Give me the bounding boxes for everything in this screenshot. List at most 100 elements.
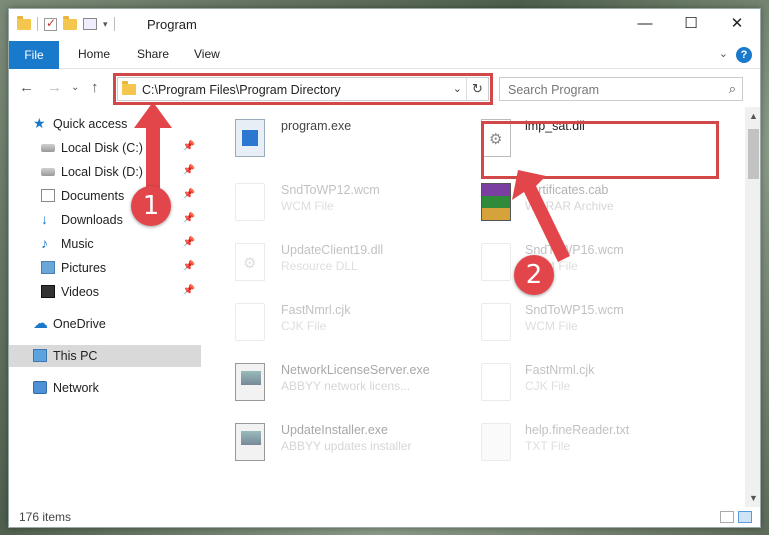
sidebar-item-label: Videos — [61, 285, 99, 299]
sidebar-item-label: Quick access — [53, 117, 128, 131]
file-item[interactable]: UpdateClient19.dll Resource DLL — [201, 237, 441, 289]
pin-icon: 📌 — [182, 165, 195, 176]
back-button[interactable]: ← — [19, 79, 34, 96]
file-name: FastNmrl.cjk — [281, 303, 351, 317]
file-type: Resource DLL — [281, 259, 358, 273]
pin-icon: 📌 — [182, 141, 195, 152]
file-name: program.exe — [281, 119, 352, 133]
sidebar-item-network[interactable]: Network — [9, 377, 201, 399]
pin-icon: 📌 — [182, 285, 195, 296]
step-2-badge: 2 — [514, 255, 554, 295]
properties-check-icon[interactable] — [44, 16, 57, 31]
quick-access-toolbar: ▾ — [17, 15, 115, 31]
sidebar-item-pictures[interactable]: Pictures 📌 — [9, 257, 201, 279]
sidebar-item-label: Documents — [61, 189, 125, 203]
new-folder-icon[interactable] — [63, 15, 77, 30]
minimize-button[interactable]: — — [622, 9, 668, 41]
file-name: UpdateClient19.dll — [281, 243, 384, 257]
divider — [37, 17, 38, 31]
item-count: 176 items — [19, 510, 72, 524]
file-name: SndToWP12.wcm — [281, 183, 380, 197]
search-box[interactable]: Search Program ⌕ — [499, 77, 743, 101]
document-icon — [481, 363, 511, 401]
network-icon — [33, 381, 47, 394]
status-bar: 176 items — [9, 507, 760, 527]
file-item[interactable]: SndToWP12.wcm WCM File — [201, 177, 441, 229]
scroll-up-icon[interactable]: ▲ — [749, 111, 758, 121]
scroll-thumb[interactable] — [748, 129, 759, 179]
close-button[interactable]: ✕ — [714, 9, 760, 41]
chevron-down-icon[interactable]: ⌄ — [719, 47, 728, 60]
sidebar-item-onedrive[interactable]: ☁ OneDrive — [9, 313, 201, 335]
sidebar-item-label: Downloads — [61, 213, 123, 227]
file-item[interactable]: NetworkLicenseServer.exe ABBYY network l… — [201, 357, 441, 409]
help-button[interactable]: ? — [736, 47, 752, 63]
file-type: CJK File — [525, 379, 571, 393]
exe-icon — [235, 119, 265, 157]
file-type: CJK File — [281, 319, 327, 333]
file-name: SndToWP15.wcm — [525, 303, 624, 317]
tab-view[interactable]: View — [194, 47, 220, 61]
tab-home[interactable]: Home — [78, 47, 110, 61]
forward-button[interactable]: → — [47, 79, 62, 96]
file-item[interactable]: FastNrml.cjk CJK File — [449, 357, 689, 409]
file-list: program.exe imp_sat.dll SndToWP12.wcm WC… — [201, 107, 745, 507]
file-type: ABBYY network licens... — [281, 379, 411, 393]
tab-file[interactable]: File — [9, 41, 59, 69]
file-type: TXT File — [525, 439, 571, 453]
folder-icon — [17, 15, 31, 30]
sidebar-item-label: Pictures — [61, 261, 107, 275]
pictures-icon — [41, 261, 55, 274]
pin-icon: 📌 — [182, 237, 195, 248]
file-name: help.fineReader.txt — [525, 423, 630, 437]
window-title: Program — [147, 17, 197, 32]
file-type: WCM File — [525, 319, 578, 333]
sidebar-item-downloads[interactable]: ↓ Downloads 📌 — [9, 209, 201, 231]
sidebar-item-label: Music — [61, 237, 94, 251]
file-name: NetworkLicenseServer.exe — [281, 363, 430, 377]
maximize-button[interactable]: ☐ — [668, 9, 714, 41]
file-name: FastNrml.cjk — [525, 363, 595, 377]
title-bar: ▾ Program — ☐ ✕ — [9, 9, 760, 41]
file-item[interactable]: program.exe — [201, 113, 441, 165]
navigation-bar: ← → ⌄ ↑ C:\Program Files\Program Directo… — [9, 69, 760, 107]
divider — [113, 17, 115, 31]
download-icon: ↓ — [41, 211, 48, 227]
search-input[interactable]: Search Program — [508, 83, 599, 97]
pin-icon: 📌 — [182, 261, 195, 272]
file-type: WCM File — [281, 199, 334, 213]
chevron-down-icon[interactable]: ▾ — [103, 19, 108, 30]
scroll-down-icon[interactable]: ▼ — [749, 493, 758, 503]
app-icon — [235, 363, 265, 401]
file-explorer-window: ▾ Program — ☐ ✕ File Home Share View ⌄ ?… — [8, 8, 761, 528]
pin-icon: 📌 — [182, 213, 195, 224]
file-item[interactable]: FastNmrl.cjk CJK File — [201, 297, 441, 349]
details-view-button[interactable] — [720, 511, 734, 523]
step-1-badge: 1 — [131, 186, 171, 226]
tab-share[interactable]: Share — [137, 47, 169, 61]
file-item[interactable]: SndToWP15.wcm WCM File — [449, 297, 689, 349]
documents-icon — [41, 189, 55, 202]
search-icon[interactable]: ⌕ — [729, 81, 736, 97]
sidebar-item-music[interactable]: ♪ Music 📌 — [9, 233, 201, 255]
up-button[interactable]: ↑ — [91, 79, 99, 96]
computer-icon — [33, 349, 47, 362]
star-icon: ★ — [33, 115, 46, 131]
sidebar-item-this-pc[interactable]: This PC — [9, 345, 201, 367]
sidebar-item-label: This PC — [53, 349, 98, 363]
file-item[interactable]: help.fineReader.txt TXT File — [449, 417, 689, 469]
pin-icon: 📌 — [182, 189, 195, 200]
file-item[interactable]: UpdateInstaller.exe ABBYY updates instal… — [201, 417, 441, 469]
sidebar-item-videos[interactable]: Videos 📌 — [9, 281, 201, 303]
sidebar-item-label: OneDrive — [53, 317, 106, 331]
large-icons-view-button[interactable] — [738, 511, 752, 523]
file-name: UpdateInstaller.exe — [281, 423, 389, 437]
ribbon: File Home Share View ⌄ ? — [9, 41, 760, 69]
vertical-scrollbar[interactable]: ▲ ▼ — [745, 107, 760, 507]
videos-icon — [41, 285, 55, 298]
recent-locations-button[interactable]: ⌄ — [71, 82, 79, 93]
properties-icon[interactable] — [83, 18, 97, 30]
app-icon — [235, 423, 265, 461]
file-type: ABBYY updates installer — [281, 439, 412, 453]
document-icon — [235, 303, 265, 341]
